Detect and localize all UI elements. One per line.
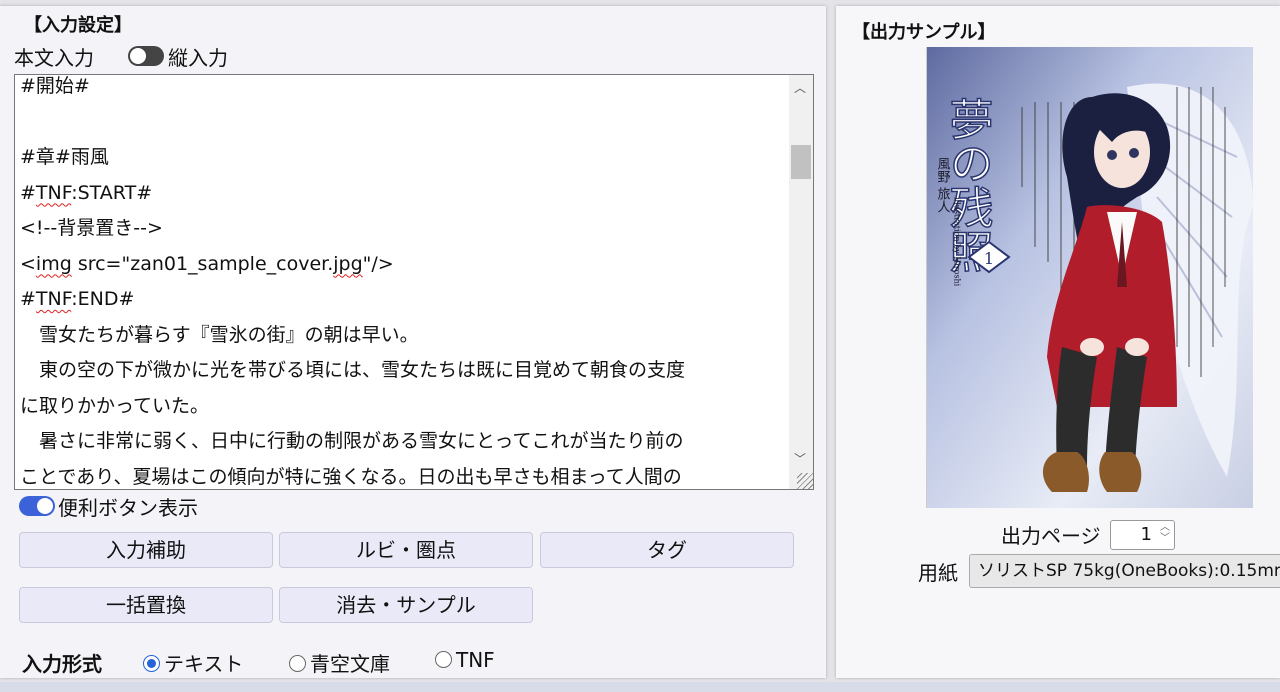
resize-grip-icon[interactable] bbox=[797, 473, 813, 489]
ruby-emphasis-button[interactable]: ルビ・圏点 bbox=[279, 532, 533, 568]
spinner-arrows-icon[interactable]: ︿ ﹀ bbox=[1160, 522, 1170, 544]
input-settings-panel: 【入力設定】 本文入力 縦入力 #開始# #章#雨風 #TNF:START# <… bbox=[0, 6, 826, 678]
body-input-label: 本文入力 bbox=[14, 46, 94, 70]
format-option-label: TNF bbox=[456, 648, 495, 672]
scroll-up-arrow-icon[interactable]: ︿ bbox=[794, 79, 806, 96]
output-sample-panel: 【出力サンプル】 夢の残照 風野 旅人 illustration by Hiro… bbox=[836, 6, 1280, 678]
editor-line: に取りかかっていた。 bbox=[20, 394, 210, 417]
page-value: 1 bbox=[1140, 524, 1152, 545]
vertical-input-label: 縦入力 bbox=[168, 46, 228, 70]
editor-line: #章#雨風 bbox=[20, 146, 109, 168]
tag-button[interactable]: タグ bbox=[540, 532, 794, 568]
format-radio-tnf[interactable]: TNF bbox=[435, 648, 495, 672]
cover-volume-text: 1 bbox=[984, 249, 994, 268]
cover-preview-image: 夢の残照 風野 旅人 illustration by Hiroshi 1 bbox=[927, 47, 1253, 508]
body-text-editor[interactable]: #開始# #章#雨風 #TNF:START# <!--背景置き--> <img … bbox=[14, 74, 814, 490]
scroll-thumb[interactable] bbox=[791, 145, 811, 179]
editor-line: #TNF:START# bbox=[20, 181, 153, 204]
editor-line: <img src="zan01_sample_cover.jpg"/> bbox=[20, 252, 394, 275]
editor-lines: #開始# #章#雨風 #TNF:START# <!--背景置き--> <img … bbox=[20, 75, 787, 489]
editor-line: #TNF:END# bbox=[20, 288, 135, 310]
convenience-buttons-toggle[interactable] bbox=[19, 496, 55, 516]
toggle-knob bbox=[37, 498, 53, 514]
input-settings-title: 【入力設定】 bbox=[24, 15, 132, 36]
bulk-replace-button[interactable]: 一括置換 bbox=[19, 587, 273, 623]
editor-scrollbar[interactable]: ︿ ﹀ bbox=[789, 75, 813, 489]
output-page-spinner[interactable]: 1 ︿ ﹀ bbox=[1110, 520, 1175, 550]
radio-icon[interactable] bbox=[435, 651, 452, 668]
format-option-label: 青空文庫 bbox=[310, 652, 390, 676]
vertical-input-toggle[interactable] bbox=[128, 46, 164, 66]
input-format-label: 入力形式 bbox=[22, 652, 102, 676]
convenience-buttons-label: 便利ボタン表示 bbox=[58, 496, 198, 520]
paper-label: 用紙 bbox=[918, 561, 958, 585]
editor-line: ことであり、夏場はこの傾向が特に強くなる。日の出も早さも相まって人間の bbox=[20, 465, 682, 488]
cover-illustrator-text: illustration by Hiroshi bbox=[953, 197, 962, 287]
format-option-label: テキスト bbox=[164, 652, 244, 676]
editor-line: 暑さに非常に弱く、日中に行動の制限がある雪女にとってこれが当たり前の bbox=[20, 430, 684, 452]
format-radio-text[interactable]: テキスト bbox=[143, 648, 243, 677]
input-assist-button[interactable]: 入力補助 bbox=[19, 532, 273, 568]
output-preview: 夢の残照 風野 旅人 illustration by Hiroshi 1 bbox=[926, 47, 1253, 508]
editor-line: 雪女たちが暮らす『雪氷の街』の朝は早い。 bbox=[20, 323, 419, 346]
editor-line: 東の空の下が微かに光を帯びる頃には、雪女たちは既に目覚めて朝食の支度 bbox=[20, 359, 686, 381]
output-page-label: 出力ページ bbox=[1001, 524, 1101, 548]
scroll-down-arrow-icon[interactable]: ﹀ bbox=[794, 450, 806, 467]
output-sample-title: 【出力サンプル】 bbox=[852, 22, 996, 43]
toggle-knob bbox=[130, 48, 146, 64]
radio-selected-icon[interactable] bbox=[143, 655, 160, 672]
format-radio-aozora[interactable]: 青空文庫 bbox=[289, 648, 390, 677]
clear-sample-button[interactable]: 消去・サンプル bbox=[279, 587, 533, 623]
paper-select[interactable]: ソリストSP 75kg(OneBooks):0.15mm bbox=[969, 554, 1280, 588]
editor-line: #開始# bbox=[20, 75, 90, 97]
editor-line: <!--背景置き--> bbox=[20, 217, 163, 239]
radio-icon[interactable] bbox=[289, 655, 306, 672]
cover-author-text: 風野 旅人 bbox=[935, 157, 951, 213]
bottom-strip bbox=[0, 682, 1280, 692]
